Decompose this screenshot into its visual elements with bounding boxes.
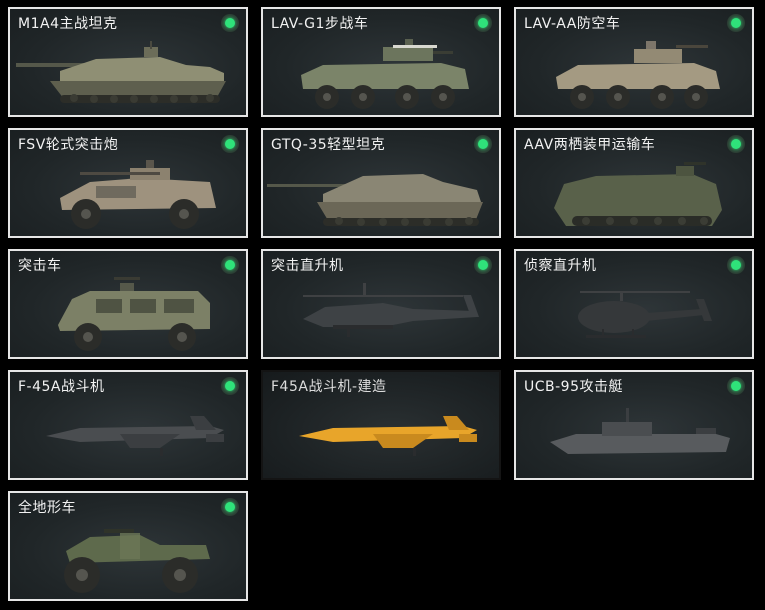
selected-status-icon (727, 377, 745, 395)
attack-helicopter-icon (303, 283, 479, 337)
light-tank-icon (267, 174, 483, 226)
vehicle-name: F45A战斗机-建造 (271, 379, 387, 395)
amphibious-apc-icon (554, 162, 722, 226)
vehicle-name: GTQ-35轻型坦克 (271, 137, 386, 153)
vehicle-name: FSV轮式突击炮 (18, 137, 119, 153)
ifv-icon (301, 39, 469, 109)
vehicle-card-gtq-35[interactable]: GTQ-35轻型坦克 (261, 128, 501, 238)
fighter-jet-build-icon (299, 416, 477, 456)
selected-status-icon (221, 14, 239, 32)
vehicle-card-assault-car[interactable]: 突击车 (8, 249, 248, 359)
vehicle-name: LAV-G1步战车 (271, 16, 369, 32)
vehicle-name: UCB-95攻击艇 (524, 379, 623, 395)
vehicle-name: 全地形车 (18, 500, 76, 516)
aa-vehicle-icon (556, 41, 720, 109)
vehicle-card-ucb-95[interactable]: UCB-95攻击艇 (514, 370, 754, 480)
selected-status-icon (221, 377, 239, 395)
selected-status-icon (221, 256, 239, 274)
vehicle-card-m1a4[interactable]: M1A4主战坦克 (8, 7, 248, 117)
selected-status-icon (221, 135, 239, 153)
selected-status-icon (221, 498, 239, 516)
vehicle-card-fsv[interactable]: FSV轮式突击炮 (8, 128, 248, 238)
selected-status-icon (474, 256, 492, 274)
vehicle-card-f45a-build[interactable]: F45A战斗机-建造 (261, 370, 501, 480)
vehicle-name: AAV两栖装甲运输车 (524, 137, 656, 153)
vehicle-name: 突击直升机 (271, 258, 344, 274)
vehicle-card-atv[interactable]: 全地形车 (8, 491, 248, 601)
attack-boat-icon (550, 408, 730, 454)
vehicle-card-scout-helicopter[interactable]: 侦察直升机 (514, 249, 754, 359)
vehicle-card-f45a[interactable]: F-45A战斗机 (8, 370, 248, 480)
selected-status-icon (474, 14, 492, 32)
vehicle-name: LAV-AA防空车 (524, 16, 621, 32)
selected-status-icon (727, 256, 745, 274)
selected-status-icon (474, 135, 492, 153)
scout-helicopter-icon (578, 291, 712, 338)
fighter-jet-icon (46, 416, 224, 456)
vehicle-card-attack-helicopter[interactable]: 突击直升机 (261, 249, 501, 359)
vehicle-name: M1A4主战坦克 (18, 16, 118, 32)
vehicle-name: F-45A战斗机 (18, 379, 105, 395)
vehicle-card-aav[interactable]: AAV两栖装甲运输车 (514, 128, 754, 238)
selected-status-icon (727, 135, 745, 153)
selected-status-icon (727, 14, 745, 32)
armored-car-icon (58, 277, 210, 351)
vehicle-name: 突击车 (18, 258, 62, 274)
vehicle-card-lav-aa[interactable]: LAV-AA防空车 (514, 7, 754, 117)
assault-gun-icon (60, 160, 216, 229)
tank-icon (16, 41, 226, 103)
vehicle-name: 侦察直升机 (524, 258, 597, 274)
vehicle-card-lav-g1[interactable]: LAV-G1步战车 (261, 7, 501, 117)
atv-icon (64, 529, 210, 593)
